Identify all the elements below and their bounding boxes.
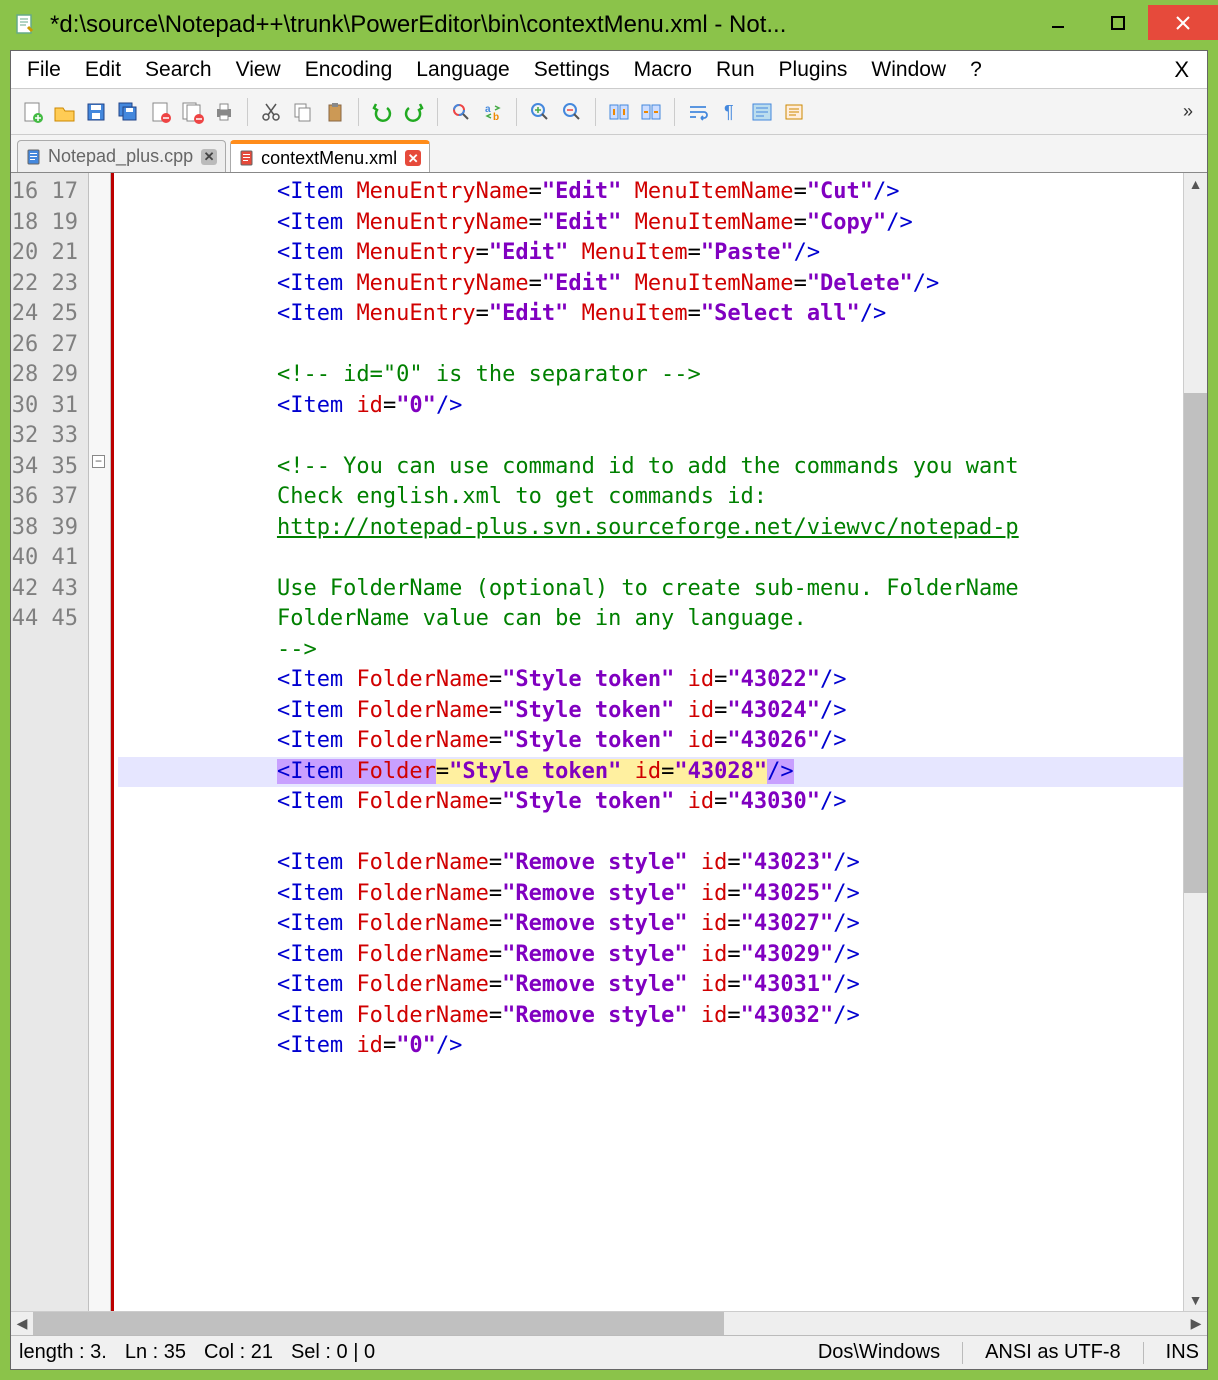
- tab-label: Notepad_plus.cpp: [48, 146, 193, 167]
- app-icon: [12, 11, 40, 39]
- status-encoding: ANSI as UTF-8: [985, 1341, 1121, 1364]
- scroll-thumb[interactable]: [1184, 393, 1207, 893]
- toolbar-print-icon[interactable]: [209, 97, 239, 127]
- menu-window[interactable]: Window: [859, 54, 958, 86]
- fold-margin[interactable]: −: [89, 173, 111, 1311]
- file-icon: [239, 150, 255, 166]
- hscroll-track[interactable]: [33, 1312, 1185, 1335]
- editor[interactable]: 16 17 18 19 20 21 22 23 24 25 26 27 28 2…: [11, 173, 1207, 1311]
- menu-run[interactable]: Run: [704, 54, 767, 86]
- toolbar-save-icon[interactable]: [81, 97, 111, 127]
- status-col: Col : 21: [204, 1341, 273, 1364]
- fold-collapse-icon[interactable]: −: [92, 455, 105, 468]
- toolbar-close-icon[interactable]: [145, 97, 175, 127]
- toolbar-closeall-icon[interactable]: [177, 97, 207, 127]
- toolbar-new-icon[interactable]: [17, 97, 47, 127]
- toolbar-separator: [437, 98, 438, 126]
- menu-?[interactable]: ?: [958, 54, 994, 86]
- toolbar-paste-icon[interactable]: [320, 97, 350, 127]
- toolbar-find-icon[interactable]: [446, 97, 476, 127]
- document-close-button[interactable]: X: [1160, 53, 1203, 87]
- statusbar: length : 3. Ln : 35 Col : 21 Sel : 0 | 0…: [11, 1335, 1207, 1369]
- svg-text:¶: ¶: [724, 102, 734, 122]
- toolbar-shownl-icon[interactable]: ¶: [715, 97, 745, 127]
- svg-text:a: a: [485, 104, 491, 115]
- toolbar-separator: [516, 98, 517, 126]
- toolbar-undo-icon[interactable]: [367, 97, 397, 127]
- toolbar: ab ¶ »: [11, 89, 1207, 135]
- file-icon: [26, 149, 42, 165]
- vertical-scrollbar[interactable]: ▲ ▼: [1183, 173, 1207, 1311]
- tab-contextmenu-xml[interactable]: contextMenu.xml ✕: [230, 140, 430, 172]
- menu-encoding[interactable]: Encoding: [293, 54, 405, 86]
- client-area: FileEditSearchViewEncodingLanguageSettin…: [10, 50, 1208, 1370]
- status-eol: Dos\Windows: [818, 1341, 940, 1364]
- toolbar-sync-h-icon[interactable]: [636, 97, 666, 127]
- toolbar-saveall-icon[interactable]: [113, 97, 143, 127]
- status-line: Ln : 35: [125, 1341, 186, 1364]
- toolbar-sync-v-icon[interactable]: [604, 97, 634, 127]
- minimize-button[interactable]: [1028, 5, 1088, 40]
- maximize-button[interactable]: [1088, 5, 1148, 40]
- menu-plugins[interactable]: Plugins: [767, 54, 860, 86]
- horizontal-scrollbar[interactable]: ◀ ▶: [11, 1311, 1207, 1335]
- toolbar-wordwrap-icon[interactable]: [683, 97, 713, 127]
- toolbar-separator: [247, 98, 248, 126]
- svg-text:b: b: [493, 112, 499, 123]
- toolbar-cut-icon[interactable]: [256, 97, 286, 127]
- close-button[interactable]: [1148, 5, 1218, 40]
- menubar: FileEditSearchViewEncodingLanguageSettin…: [11, 51, 1207, 89]
- code-area[interactable]: <Item MenuEntryName="Edit" MenuItemName=…: [114, 173, 1183, 1311]
- toolbar-zoom-in-icon[interactable]: [525, 97, 555, 127]
- app-window: *d:\source\Notepad++\trunk\PowerEditor\b…: [0, 0, 1218, 1380]
- line-number-gutter[interactable]: 16 17 18 19 20 21 22 23 24 25 26 27 28 2…: [11, 173, 89, 1311]
- menu-macro[interactable]: Macro: [622, 54, 704, 86]
- toolbar-open-icon[interactable]: [49, 97, 79, 127]
- toolbar-copy-icon[interactable]: [288, 97, 318, 127]
- scroll-right-icon[interactable]: ▶: [1185, 1315, 1207, 1332]
- toolbar-overflow-icon[interactable]: »: [1175, 101, 1201, 122]
- toolbar-indent-icon[interactable]: [779, 97, 809, 127]
- status-length: length : 3.: [19, 1341, 107, 1364]
- menu-language[interactable]: Language: [404, 54, 521, 86]
- toolbar-replace-icon[interactable]: ab: [478, 97, 508, 127]
- menu-edit[interactable]: Edit: [73, 54, 133, 86]
- window-title: *d:\source\Notepad++\trunk\PowerEditor\b…: [40, 11, 1028, 39]
- toolbar-redo-icon[interactable]: [399, 97, 429, 127]
- scroll-up-icon[interactable]: ▲: [1184, 173, 1207, 195]
- toolbar-separator: [595, 98, 596, 126]
- tab-notepad_plus-cpp[interactable]: Notepad_plus.cpp ✕: [17, 140, 226, 172]
- tabbar: Notepad_plus.cpp ✕ contextMenu.xml ✕: [11, 135, 1207, 173]
- status-mode: INS: [1166, 1341, 1199, 1364]
- hscroll-thumb[interactable]: [33, 1312, 724, 1335]
- toolbar-zoom-out-icon[interactable]: [557, 97, 587, 127]
- scroll-left-icon[interactable]: ◀: [11, 1315, 33, 1332]
- titlebar: *d:\source\Notepad++\trunk\PowerEditor\b…: [0, 0, 1218, 50]
- toolbar-separator: [674, 98, 675, 126]
- menu-file[interactable]: File: [15, 54, 73, 86]
- status-sel: Sel : 0 | 0: [291, 1341, 375, 1364]
- toolbar-highlight-icon[interactable]: [747, 97, 777, 127]
- window-controls: [1028, 5, 1218, 45]
- menu-view[interactable]: View: [224, 54, 293, 86]
- menu-search[interactable]: Search: [133, 54, 224, 86]
- tab-close-icon[interactable]: ✕: [201, 149, 217, 165]
- scroll-down-icon[interactable]: ▼: [1184, 1289, 1207, 1311]
- menu-settings[interactable]: Settings: [522, 54, 622, 86]
- tab-label: contextMenu.xml: [261, 148, 397, 169]
- tab-close-icon[interactable]: ✕: [405, 150, 421, 166]
- toolbar-separator: [358, 98, 359, 126]
